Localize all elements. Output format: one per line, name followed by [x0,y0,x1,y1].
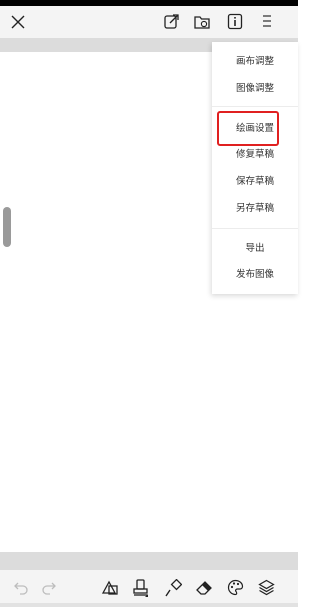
brush-icon[interactable] [165,579,182,597]
layers-icon[interactable] [258,579,275,596]
menu-item-image-adjust[interactable]: 图像调整 [212,78,298,100]
info-icon[interactable] [227,13,243,30]
menu-item-export[interactable]: 导出 [212,238,298,260]
menu-item-save-draft[interactable]: 保存草稿 [212,171,298,193]
highlight-box [217,111,279,146]
top-toolbar [0,6,298,38]
menu-item-repair-draft[interactable]: 修复草稿 [212,144,298,166]
palette-icon[interactable] [227,579,244,596]
menu-divider [212,228,298,229]
menu-icon[interactable] [262,15,272,27]
bottom-toolbar [0,570,298,607]
menu-divider [212,106,298,107]
eraser-icon[interactable] [196,580,213,595]
scroll-handle[interactable] [3,207,11,247]
shape-icon[interactable] [101,579,119,597]
canvas-gutter-bottom [0,552,298,570]
redo-icon[interactable] [41,581,56,595]
folder-sync-icon[interactable] [194,14,211,30]
stamp-icon[interactable] [133,578,149,598]
menu-item-publish-image[interactable]: 发布图像 [212,264,298,286]
close-icon[interactable] [11,15,25,29]
share-edit-icon[interactable] [163,14,179,30]
undo-icon[interactable] [14,581,29,595]
bottom-edge [0,603,298,607]
menu-item-save-draft-as[interactable]: 另存草稿 [212,198,298,220]
options-menu: 画布调整 图像调整 绘画设置 修复草稿 保存草稿 另存草稿 导出 发布图像 [212,42,298,294]
menu-item-canvas-adjust[interactable]: 画布调整 [212,51,298,73]
